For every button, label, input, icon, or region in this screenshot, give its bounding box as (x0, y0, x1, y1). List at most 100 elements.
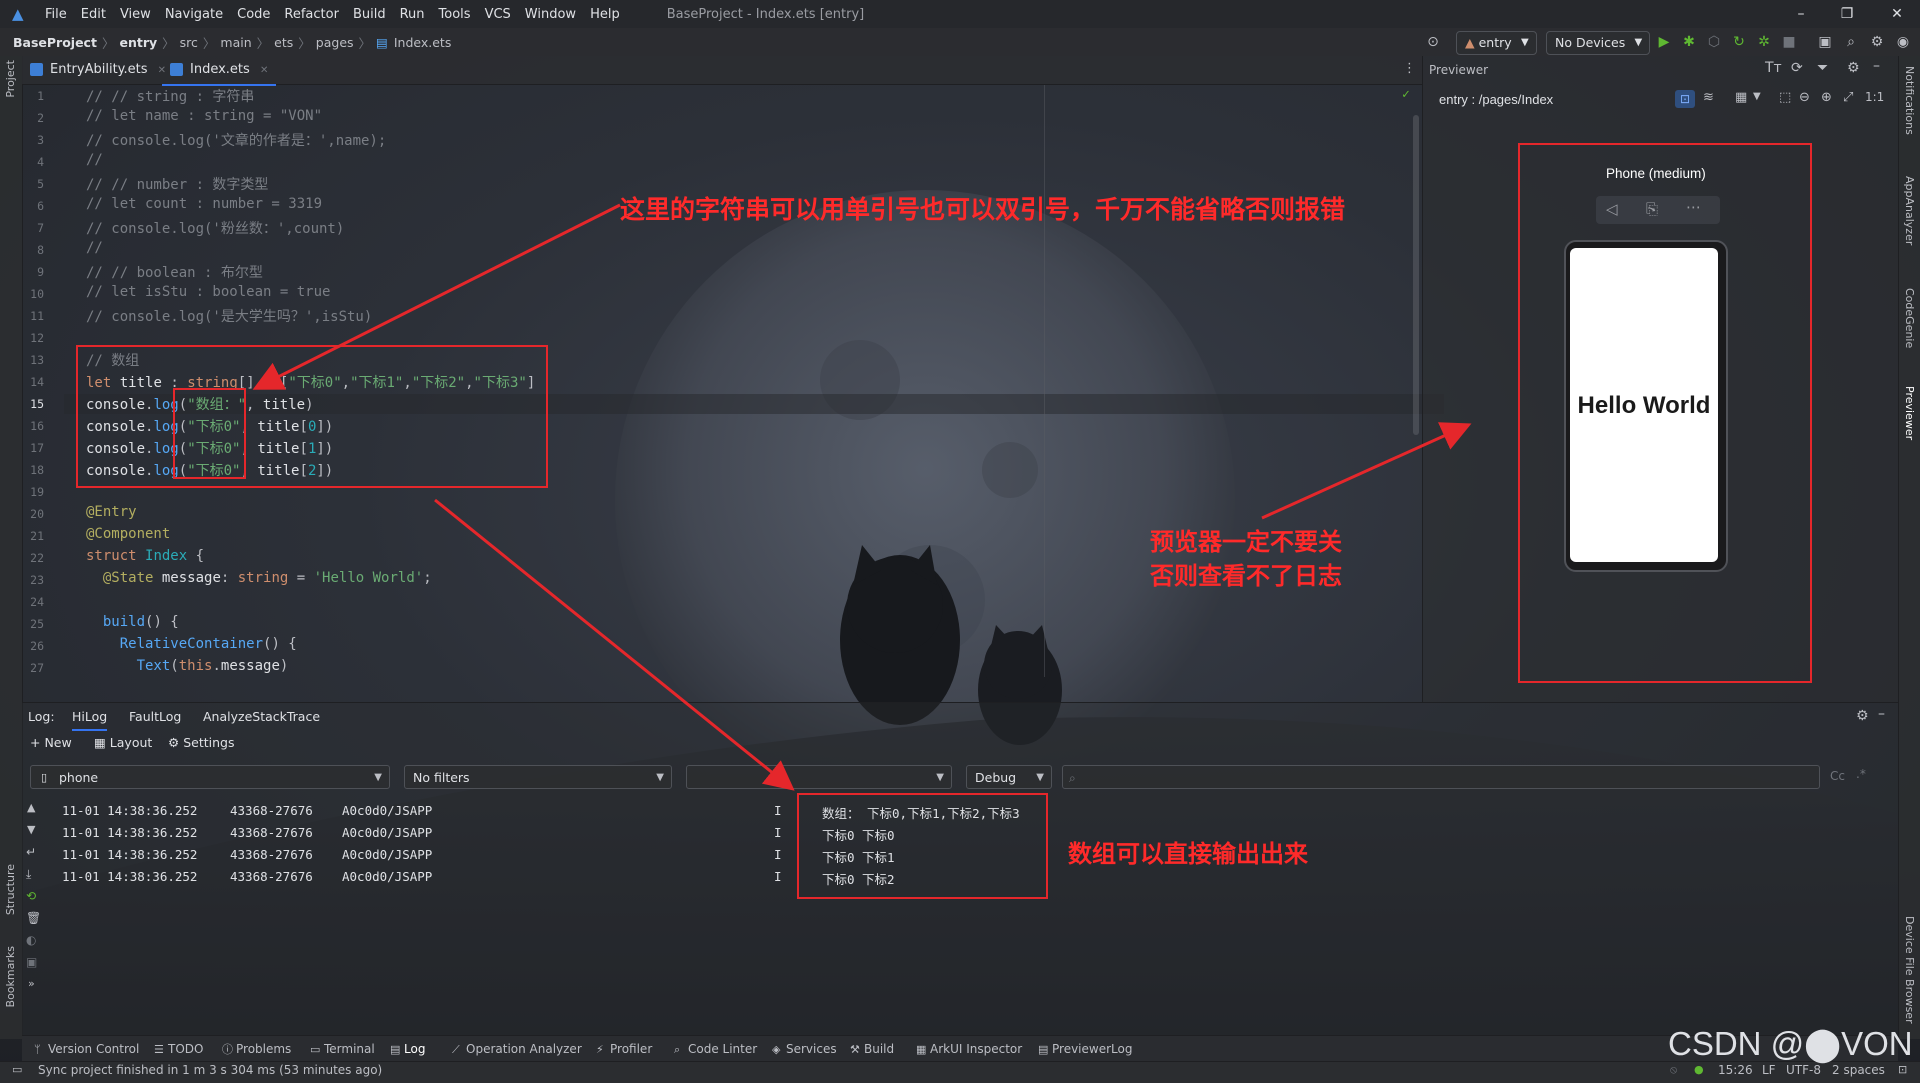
tab-entryability[interactable]: EntryAbility.ets ✕ (22, 56, 174, 84)
soft-wrap-icon[interactable]: ↵ (26, 845, 36, 859)
target-icon[interactable]: ⊙ (1424, 33, 1442, 51)
tab-analyzestacktrace[interactable]: AnalyzeStackTrace (203, 703, 320, 731)
notifications-tool-button[interactable]: Notifications (1903, 66, 1916, 135)
filter-select[interactable]: No filters ▼ (404, 765, 672, 789)
more-tabs-icon[interactable]: ⋮ (1403, 61, 1416, 76)
app-analyzer-tool-button[interactable]: AppAnalyzer (1903, 176, 1916, 245)
log-settings-button[interactable]: ⚙ Settings (168, 735, 234, 750)
screenshot-icon[interactable]: ▣ (26, 955, 37, 969)
todo-tool[interactable]: ☰ TODO (154, 1036, 203, 1062)
project-tool-button[interactable]: Project (4, 60, 17, 98)
operation-analyzer-tool[interactable]: ⟋ Operation Analyzer (452, 1036, 582, 1062)
expand-icon[interactable]: ⤢ (1843, 90, 1853, 105)
device-file-browser-tool-button[interactable]: Device File Browser (1903, 916, 1916, 1024)
menu-help[interactable]: Help (583, 7, 627, 22)
breadcrumb-pages[interactable]: pages (313, 35, 357, 50)
layout-button[interactable]: ▦ Layout (94, 735, 152, 750)
previewer-tool-button[interactable]: Previewer (1903, 386, 1916, 440)
process-select[interactable]: ▼ (686, 765, 952, 789)
refresh-icon[interactable]: ⟳ (1791, 60, 1803, 76)
account-icon[interactable]: ◉ (1894, 33, 1912, 51)
scroll-up-icon[interactable]: ▲ (27, 801, 35, 814)
hide-log-panel-icon[interactable]: – (1878, 706, 1885, 722)
minimize-icon[interactable]: – (1778, 0, 1824, 28)
breadcrumb-file[interactable]: Index.ets (391, 35, 455, 50)
tab-index[interactable]: Index.ets ✕ (162, 56, 277, 86)
menu-file[interactable]: File (38, 7, 74, 22)
menu-edit[interactable]: Edit (74, 7, 113, 22)
match-case-toggle[interactable]: Cc (1830, 769, 1845, 783)
inspector-icon[interactable]: ⊡ (1675, 90, 1695, 108)
fit-icon[interactable]: ⬚ (1779, 90, 1791, 105)
previewer-log-tool[interactable]: ▤ PreviewerLog (1038, 1036, 1132, 1062)
apply-changes-icon[interactable]: ↻ (1730, 33, 1748, 51)
tab-faultlog[interactable]: FaultLog (129, 703, 181, 731)
attach-debugger-icon[interactable]: ⬡ (1705, 33, 1723, 51)
log-settings-icon[interactable]: ⚙ (1856, 708, 1869, 724)
previewer-settings-icon[interactable]: ⚙ (1847, 60, 1860, 76)
arkui-inspector-tool[interactable]: ▦ ArkUI Inspector (916, 1036, 1022, 1062)
restart-icon[interactable]: ⟲ (26, 889, 36, 903)
menu-navigate[interactable]: Navigate (158, 7, 230, 22)
menu-vcs[interactable]: VCS (478, 7, 518, 22)
breadcrumb-entry[interactable]: entry (116, 35, 160, 50)
menu-tools[interactable]: Tools (432, 7, 478, 22)
chevron-down-icon[interactable]: ▼ (1753, 91, 1761, 102)
device-filter-select[interactable]: ▯ phone ▼ (30, 765, 390, 789)
settings-icon[interactable]: ⚙ (1868, 33, 1886, 51)
problems-tool[interactable]: ⓘ Problems (222, 1036, 291, 1062)
apply-code-changes-icon[interactable]: ✲ (1755, 33, 1773, 51)
breadcrumb-ets[interactable]: ets (271, 35, 296, 50)
log-tool[interactable]: ▤ Log (390, 1036, 425, 1062)
module-select[interactable]: ▲ entry ▼ (1456, 31, 1537, 55)
log-search-input[interactable]: ⌕ (1062, 765, 1820, 789)
device-select[interactable]: No Devices ▼ (1546, 31, 1651, 55)
device-manager-icon[interactable]: ▣ (1816, 33, 1834, 51)
services-tool[interactable]: ◈ Services (772, 1036, 837, 1062)
line-separator[interactable]: LF (1762, 1063, 1776, 1077)
actual-size-icon[interactable]: 1:1 (1865, 90, 1884, 104)
search-icon[interactable]: ⌕ (1842, 33, 1860, 51)
regex-icon[interactable]: .* (1856, 767, 1866, 781)
breadcrumb-main[interactable]: main (217, 35, 254, 50)
menu-view[interactable]: View (113, 7, 158, 22)
scroll-to-end-icon[interactable]: ⤓ (26, 867, 31, 882)
clear-log-icon[interactable]: 🗑 (26, 911, 41, 925)
pause-icon[interactable]: ◐ (26, 933, 36, 947)
breadcrumb-project[interactable]: BaseProject (10, 35, 100, 50)
build-tool[interactable]: ⚒ Build (850, 1036, 894, 1062)
bookmarks-tool-button[interactable]: Bookmarks (4, 946, 17, 1007)
profiler-tool[interactable]: ⚡ Profiler (596, 1036, 652, 1062)
hide-panel-icon[interactable]: – (1873, 58, 1880, 74)
menu-window[interactable]: Window (518, 7, 583, 22)
menu-code[interactable]: Code (230, 7, 277, 22)
editor-scrollbar[interactable] (1413, 115, 1419, 435)
indent-setting[interactable]: 2 spaces (1832, 1063, 1885, 1077)
menu-build[interactable]: Build (346, 7, 393, 22)
log-level-select[interactable]: Debug ▼ (966, 765, 1052, 789)
codegenie-tool-button[interactable]: CodeGenie (1903, 288, 1916, 348)
power-save-icon[interactable]: ⦸ (1670, 1063, 1677, 1077)
file-encoding[interactable]: UTF-8 (1786, 1063, 1821, 1077)
font-size-icon[interactable]: Tт (1765, 60, 1782, 76)
terminal-tool[interactable]: ▭ Terminal (310, 1036, 375, 1062)
code-linter-tool[interactable]: ⌕ Code Linter (674, 1036, 757, 1062)
zoom-in-icon[interactable]: ⊕ (1821, 90, 1832, 105)
zoom-out-icon[interactable]: ⊖ (1799, 90, 1810, 105)
breadcrumb-src[interactable]: src (177, 35, 201, 50)
maximize-icon[interactable]: ❐ (1824, 0, 1870, 28)
menu-refactor[interactable]: Refactor (277, 7, 346, 22)
close-icon[interactable]: ✕ (1874, 0, 1920, 28)
close-tab-icon[interactable]: ✕ (260, 65, 268, 76)
menu-run[interactable]: Run (393, 7, 432, 22)
scroll-down-icon[interactable]: ▼ (27, 823, 35, 836)
run-icon[interactable]: ▶ (1655, 33, 1673, 51)
version-control-tool[interactable]: ᛘ Version Control (34, 1036, 139, 1062)
status-message[interactable]: Sync project finished in 1 m 3 s 304 ms … (38, 1063, 382, 1077)
more-actions-icon[interactable]: » (28, 977, 35, 990)
stop-icon[interactable]: ■ (1780, 33, 1798, 51)
new-log-button[interactable]: + New (30, 735, 72, 750)
tab-hilog[interactable]: HiLog (72, 703, 108, 731)
filter-icon[interactable]: ⏷ (1817, 60, 1828, 76)
layers-icon[interactable]: ≋ (1703, 90, 1714, 105)
